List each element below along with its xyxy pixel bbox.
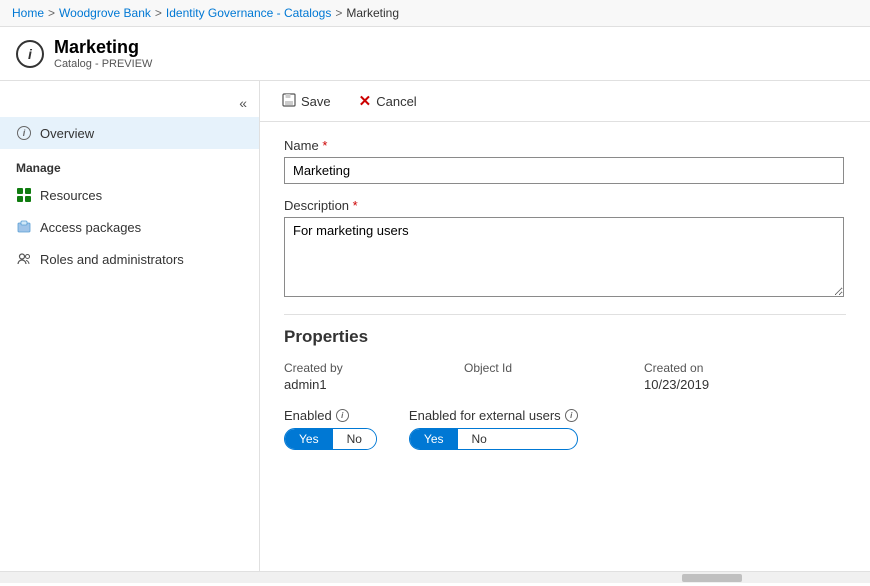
page-subtitle: Catalog - PREVIEW: [54, 58, 152, 70]
header-info-icon: i: [16, 40, 44, 68]
toggles-row: Enabled i Yes No Enabled for extern: [284, 408, 846, 450]
name-label: Name *: [284, 138, 846, 153]
sidebar-item-resources-label: Resources: [40, 188, 102, 203]
breadcrumb-sep-1: >: [48, 6, 55, 20]
name-required-indicator: *: [322, 138, 327, 153]
breadcrumb-ig-catalogs[interactable]: Identity Governance - Catalogs: [166, 6, 331, 20]
name-input[interactable]: [284, 157, 844, 184]
cancel-label: Cancel: [376, 94, 416, 109]
breadcrumb-sep-3: >: [335, 6, 342, 20]
enabled-ext-no-option[interactable]: No: [458, 429, 501, 449]
sidebar-item-access-packages[interactable]: Access packages: [0, 211, 259, 243]
prop-created-by: Created by admin1: [284, 361, 464, 392]
sidebar: « i Overview Manage Resources: [0, 81, 260, 571]
prop-created-by-label: Created by: [284, 361, 464, 375]
prop-object-id: Object Id: [464, 361, 644, 392]
content-panel: Save ✕ Cancel Name * Description *: [260, 81, 870, 571]
roles-icon: [16, 251, 32, 267]
sidebar-collapse-button[interactable]: «: [235, 93, 251, 113]
prop-created-on-label: Created on: [644, 361, 824, 375]
prop-object-id-label: Object Id: [464, 361, 644, 375]
cancel-button[interactable]: ✕ Cancel: [353, 89, 423, 113]
sidebar-item-overview[interactable]: i Overview: [0, 117, 259, 149]
enabled-toggle[interactable]: Yes No: [284, 428, 377, 450]
sidebar-section-manage: Manage: [0, 149, 259, 179]
properties-section: Properties Created by admin1 Object Id C…: [284, 327, 846, 450]
bottom-scrollbar[interactable]: [0, 571, 870, 583]
sidebar-item-access-packages-label: Access packages: [40, 220, 141, 235]
enabled-external-label: Enabled for external users i: [409, 408, 578, 423]
enabled-external-info-icon[interactable]: i: [565, 409, 578, 422]
breadcrumb-current: Marketing: [346, 6, 399, 20]
breadcrumb: Home > Woodgrove Bank > Identity Governa…: [0, 0, 870, 27]
sidebar-item-roles-administrators[interactable]: Roles and administrators: [0, 243, 259, 275]
breadcrumb-home[interactable]: Home: [12, 6, 44, 20]
main-layout: « i Overview Manage Resources: [0, 81, 870, 571]
name-field-group: Name *: [284, 138, 846, 184]
scroll-thumb[interactable]: [682, 574, 742, 582]
properties-grid: Created by admin1 Object Id Created on 1…: [284, 361, 846, 392]
sidebar-item-roles-label: Roles and administrators: [40, 252, 184, 267]
page-header: i Marketing Catalog - PREVIEW: [0, 27, 870, 81]
enabled-info-icon[interactable]: i: [336, 409, 349, 422]
save-icon: [282, 93, 296, 110]
section-divider: [284, 314, 846, 315]
enabled-no-option[interactable]: No: [333, 429, 376, 449]
enabled-ext-yes-option[interactable]: Yes: [410, 429, 458, 449]
sidebar-item-resources[interactable]: Resources: [0, 179, 259, 211]
properties-title: Properties: [284, 327, 846, 347]
enabled-external-toggle-group: Enabled for external users i Yes No: [409, 408, 578, 450]
overview-icon: i: [16, 125, 32, 141]
access-packages-icon: [16, 219, 32, 235]
resources-icon: [16, 187, 32, 203]
prop-created-by-value: admin1: [284, 377, 464, 392]
description-required-indicator: *: [353, 198, 358, 213]
enabled-yes-option[interactable]: Yes: [285, 429, 333, 449]
toolbar: Save ✕ Cancel: [260, 81, 870, 122]
page-title: Marketing: [54, 37, 152, 58]
enabled-external-toggle[interactable]: Yes No: [409, 428, 578, 450]
save-label: Save: [301, 94, 331, 109]
description-field-group: Description *: [284, 198, 846, 300]
description-textarea[interactable]: [284, 217, 844, 297]
breadcrumb-sep-2: >: [155, 6, 162, 20]
cancel-icon: ✕: [359, 92, 372, 110]
prop-created-on: Created on 10/23/2019: [644, 361, 824, 392]
sidebar-item-overview-label: Overview: [40, 126, 94, 141]
breadcrumb-woodgrove[interactable]: Woodgrove Bank: [59, 6, 151, 20]
save-button[interactable]: Save: [276, 90, 337, 113]
sidebar-collapse-area: «: [0, 89, 259, 117]
description-label: Description *: [284, 198, 846, 213]
enabled-toggle-group: Enabled i Yes No: [284, 408, 377, 450]
prop-created-on-value: 10/23/2019: [644, 377, 824, 392]
form-section: Name * Description * Properties Created …: [260, 122, 870, 466]
enabled-label: Enabled i: [284, 408, 377, 423]
